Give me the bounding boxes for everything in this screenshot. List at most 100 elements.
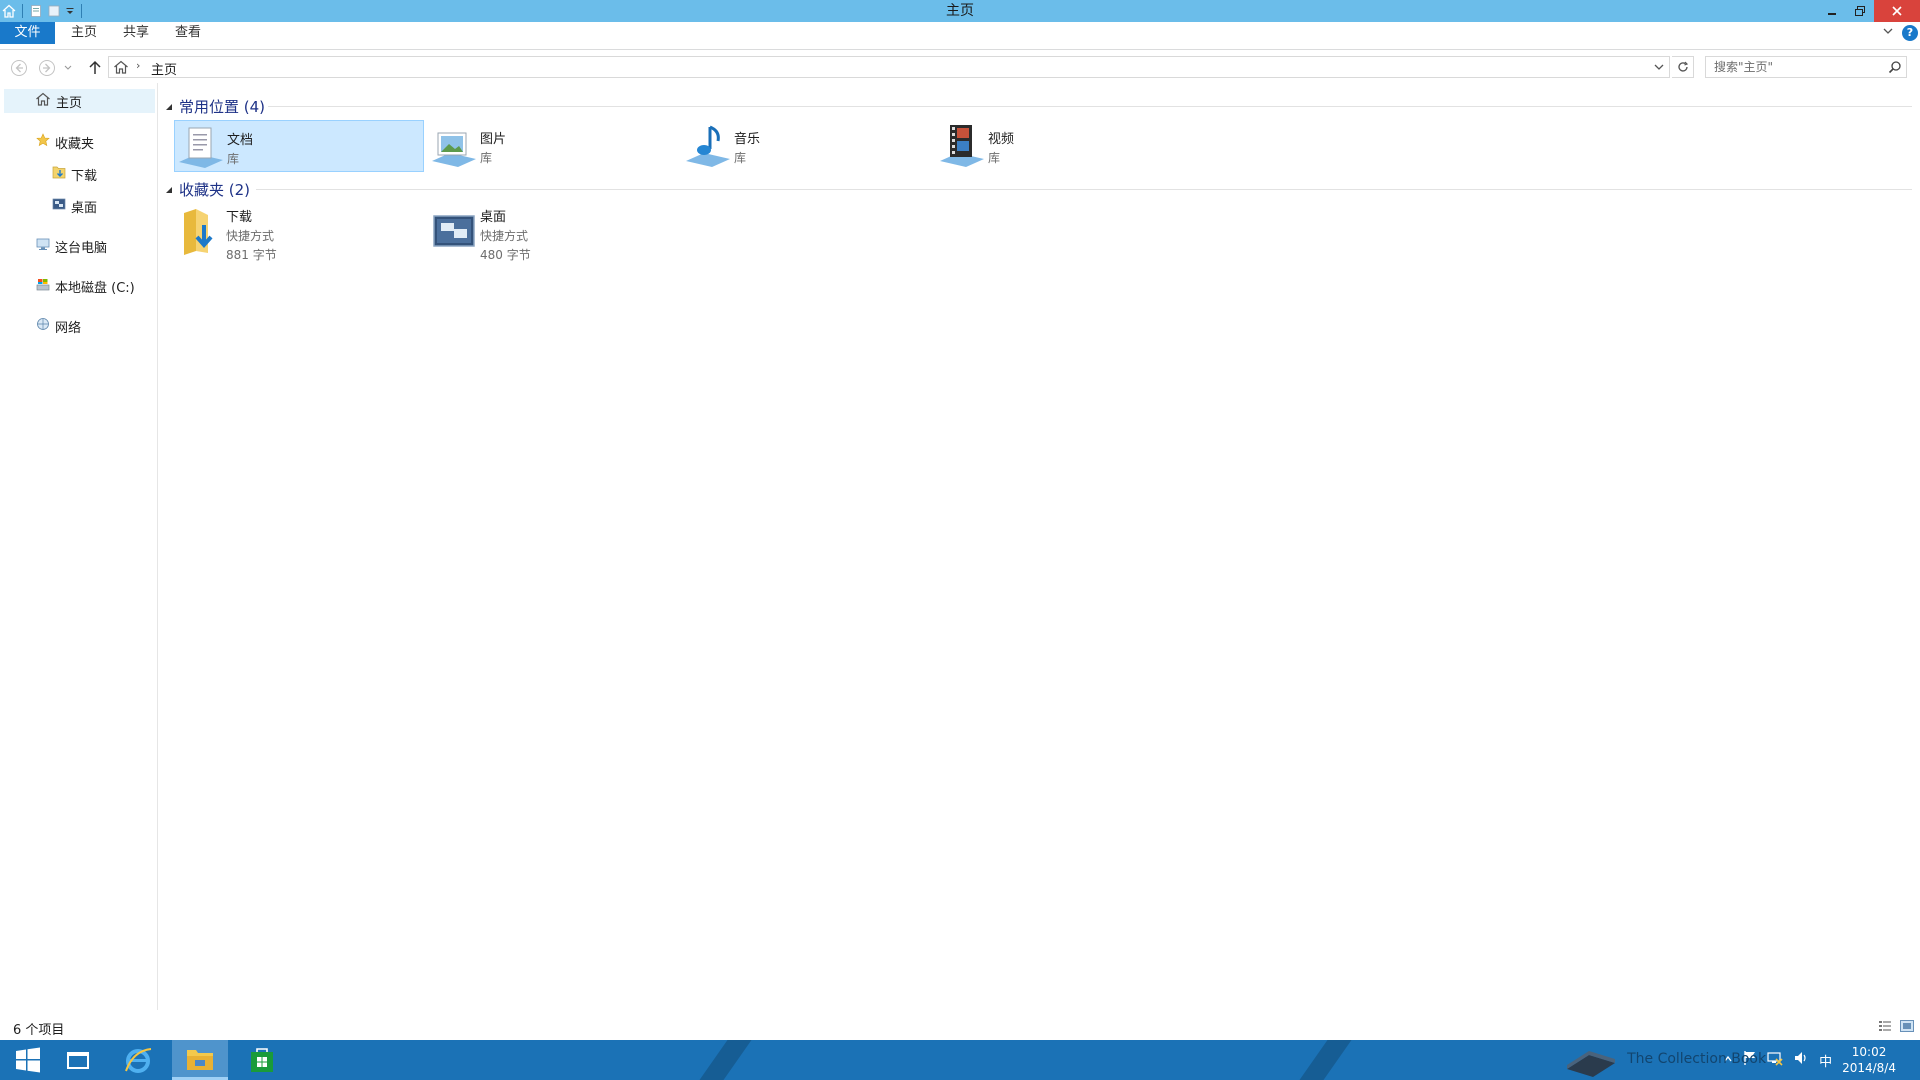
details-view-icon[interactable]: [1878, 1020, 1892, 1036]
address-dropdown-chevron-icon[interactable]: [1653, 61, 1665, 77]
tile-name: 音乐: [734, 132, 761, 147]
nav-item-label: 下载: [71, 168, 98, 184]
tile-size: 480 字节: [480, 248, 531, 262]
forward-button[interactable]: [37, 58, 57, 78]
tile-music[interactable]: 音乐 库: [682, 120, 932, 172]
search-input[interactable]: [1706, 57, 1886, 77]
tile-videos[interactable]: 视频 库: [936, 120, 1186, 172]
tab-file[interactable]: 文件: [0, 22, 55, 44]
store-icon: [251, 1048, 273, 1072]
internet-explorer-icon: [125, 1048, 152, 1073]
tile-text: 视频 库: [988, 120, 1014, 166]
clock-date: 2014/8/4: [1842, 1061, 1896, 1075]
pictures-library-icon: [428, 120, 480, 172]
tile-subtitle: 库: [988, 151, 1001, 165]
videos-library-icon: [936, 120, 988, 172]
group-title: 收藏夹 (2): [179, 181, 251, 199]
group-title: 常用位置 (4): [179, 98, 266, 116]
tile-name: 文档: [227, 133, 254, 148]
taskbar: The Collection Book 中 10:02 2014/8/4: [0, 1040, 1920, 1080]
music-library-icon: [682, 120, 734, 172]
tab-share[interactable]: 共享: [116, 22, 156, 44]
tab-view[interactable]: 查看: [168, 22, 208, 44]
tile-subtitle: 快捷方式: [226, 229, 275, 243]
desktop-icon: [52, 197, 66, 215]
home-icon: [113, 60, 129, 78]
downloads-folder-icon: [174, 202, 226, 262]
nav-item-desktop[interactable]: 桌面: [52, 194, 97, 218]
windows-logo-icon: [16, 1047, 40, 1073]
task-view-icon: [67, 1052, 89, 1069]
volume-icon[interactable]: [1793, 1050, 1809, 1070]
network-icon: [36, 317, 50, 335]
collapse-triangle-icon[interactable]: [165, 186, 173, 194]
nav-item-local-disk[interactable]: 本地磁盘 (C:): [36, 274, 135, 298]
search-icon[interactable]: [1888, 60, 1902, 78]
tile-subtitle: 库: [734, 151, 747, 165]
tile-text: 下载 快捷方式 881 字节: [226, 202, 277, 263]
tile-documents[interactable]: 文档 库: [174, 120, 424, 172]
tile-downloads[interactable]: 下载 快捷方式 881 字节: [174, 202, 424, 264]
taskbar-store[interactable]: [234, 1040, 290, 1080]
tile-text: 音乐 库: [734, 120, 760, 166]
close-button[interactable]: [1874, 0, 1920, 22]
help-icon[interactable]: ?: [1902, 25, 1918, 41]
expand-ribbon-chevron-icon[interactable]: [1882, 25, 1894, 41]
title-bar: 主页: [0, 0, 1920, 22]
restore-button[interactable]: [1846, 0, 1874, 22]
window-title: 主页: [946, 3, 974, 19]
taskbar-file-explorer[interactable]: [172, 1040, 228, 1080]
nav-item-this-pc[interactable]: 这台电脑: [36, 234, 107, 258]
breadcrumb-home[interactable]: 主页: [151, 59, 177, 78]
book-watermark-icon: [1567, 1051, 1616, 1077]
ribbon: 文件 主页 共享 查看 ?: [0, 22, 1920, 50]
address-bar[interactable]: › 主页: [108, 56, 1670, 78]
file-explorer-icon: [187, 1049, 213, 1070]
recent-locations-chevron-icon[interactable]: [62, 58, 74, 78]
tile-name: 图片: [480, 132, 507, 147]
start-button[interactable]: [0, 1040, 56, 1080]
tile-text: 文档 库: [227, 121, 253, 167]
tab-home[interactable]: 主页: [64, 22, 104, 44]
search-box[interactable]: [1705, 56, 1907, 78]
refresh-button[interactable]: [1672, 56, 1694, 78]
up-button[interactable]: [85, 58, 105, 78]
group-header-favorites[interactable]: 收藏夹 (2): [165, 179, 250, 200]
nav-item-network[interactable]: 网络: [36, 314, 81, 338]
computer-icon: [36, 237, 50, 255]
tile-name: 视频: [988, 132, 1015, 147]
back-button[interactable]: [9, 58, 29, 78]
tile-desktop[interactable]: 桌面 快捷方式 480 字节: [428, 202, 678, 264]
tile-subtitle: 快捷方式: [480, 229, 529, 243]
system-tray: The Collection Book 中 10:02 2014/8/4: [1563, 1040, 1920, 1080]
home-icon: [35, 92, 51, 110]
nav-item-downloads[interactable]: 下载: [52, 162, 97, 186]
drive-icon: [36, 277, 50, 295]
nav-item-label: 这台电脑: [55, 240, 108, 256]
large-icons-view-icon[interactable]: [1900, 1020, 1914, 1036]
input-method-indicator[interactable]: 中: [1819, 1051, 1832, 1070]
watermark-text: The Collection Book: [1627, 1051, 1767, 1067]
tile-name: 桌面: [480, 210, 507, 225]
taskbar-decoration: [1285, 1040, 1359, 1080]
watermark: The Collection Book: [1563, 1040, 1766, 1080]
ribbon-right-controls: ?: [1882, 25, 1918, 41]
nav-item-home[interactable]: 主页: [4, 89, 155, 113]
task-view-button[interactable]: [50, 1040, 106, 1080]
network-status-icon[interactable]: [1767, 1050, 1783, 1070]
group-header-frequent[interactable]: 常用位置 (4): [165, 96, 265, 117]
tile-size: 881 字节: [226, 248, 277, 262]
window-controls: [1818, 0, 1920, 22]
nav-item-favorites[interactable]: 收藏夹: [36, 130, 94, 154]
tile-pictures[interactable]: 图片 库: [428, 120, 678, 172]
nav-item-label: 主页: [56, 95, 83, 111]
minimize-button[interactable]: [1818, 0, 1846, 22]
clock-time: 10:02: [1851, 1045, 1887, 1059]
breadcrumb-chevron-icon[interactable]: ›: [136, 59, 140, 72]
clock[interactable]: 10:02 2014/8/4: [1842, 1044, 1896, 1076]
item-count: 6 个项目: [13, 1023, 65, 1038]
taskbar-internet-explorer[interactable]: [110, 1040, 166, 1080]
documents-library-icon: [175, 121, 227, 173]
tile-name: 下载: [226, 210, 253, 225]
collapse-triangle-icon[interactable]: [165, 103, 173, 111]
